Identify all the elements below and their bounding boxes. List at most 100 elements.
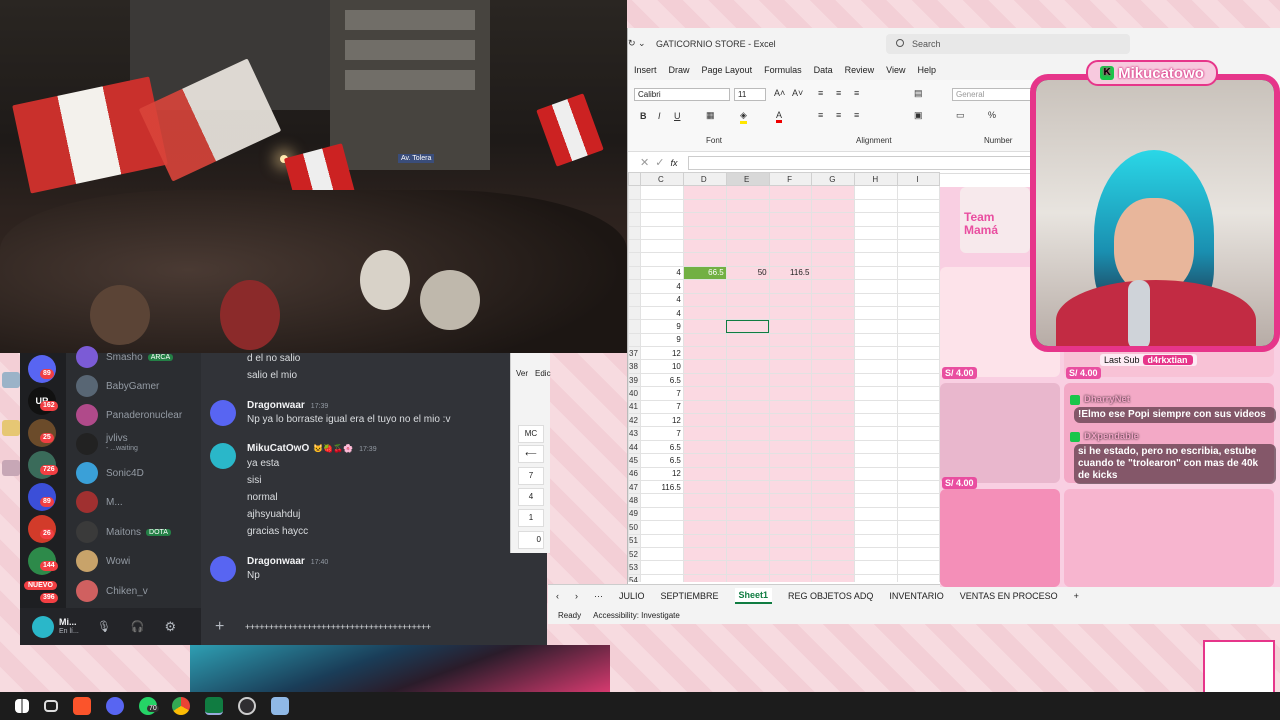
cell-d[interactable] <box>682 346 727 361</box>
cell-d[interactable] <box>682 466 727 481</box>
cell-h[interactable] <box>854 372 899 388</box>
cell-c[interactable] <box>639 238 684 254</box>
message-composer[interactable]: + ++++++++++++++++++++++++++++++++++++++… <box>201 608 547 645</box>
calc-menu-edit[interactable]: Edic <box>535 369 551 378</box>
cell-i[interactable] <box>897 332 940 348</box>
row-header[interactable] <box>628 292 641 307</box>
tab-reg-objetos[interactable]: REG OBJETOS ADQ <box>788 591 873 601</box>
cell-c[interactable] <box>639 252 684 267</box>
calc-key-7[interactable]: 7 <box>518 467 544 485</box>
obs-icon[interactable] <box>238 697 256 715</box>
row-header[interactable] <box>628 198 641 214</box>
row-header[interactable]: 37 <box>628 346 641 361</box>
cell-g[interactable] <box>811 372 856 388</box>
cell-g[interactable] <box>811 560 856 575</box>
cell-c[interactable]: 12 <box>639 346 684 361</box>
cell-h[interactable] <box>854 238 899 254</box>
row-header[interactable] <box>628 279 641 294</box>
cell-e[interactable] <box>725 372 770 388</box>
cell-c[interactable] <box>639 546 684 562</box>
cell-i[interactable] <box>897 265 940 281</box>
row-header[interactable] <box>628 332 641 348</box>
cell-f[interactable] <box>768 546 813 562</box>
cell-i[interactable] <box>897 292 940 307</box>
align-middle-icon[interactable]: ≡ <box>836 88 841 98</box>
cell-f[interactable] <box>768 520 813 535</box>
cell-c[interactable] <box>639 560 684 575</box>
cell-c[interactable] <box>639 493 684 508</box>
redo-icon[interactable]: ↻ ⌄ <box>628 38 646 49</box>
cancel-icon[interactable]: ✕ <box>640 156 649 169</box>
cell-g[interactable] <box>811 386 856 401</box>
cell-d[interactable] <box>682 453 727 468</box>
column-header[interactable]: F <box>768 172 813 187</box>
row-header[interactable]: 46 <box>628 466 641 481</box>
cell-e[interactable] <box>725 185 770 200</box>
cell-d[interactable] <box>682 332 727 348</box>
wrap-icon[interactable]: ▤ <box>914 88 923 99</box>
cell-c[interactable] <box>639 225 684 240</box>
cell-f[interactable]: 116.5 <box>768 265 813 281</box>
next-sheet-icon[interactable]: › <box>575 591 578 601</box>
cell-e[interactable] <box>725 238 770 254</box>
avatar[interactable] <box>32 615 54 638</box>
cell-d[interactable] <box>682 573 727 582</box>
tab-sheet1[interactable]: Sheet1 <box>734 587 773 604</box>
cell-e[interactable] <box>725 573 770 582</box>
cell-h[interactable] <box>854 332 899 348</box>
cell-e[interactable] <box>725 386 770 401</box>
mic-icon[interactable]: 🎙 <box>97 620 111 633</box>
column-header[interactable]: H <box>854 172 899 187</box>
calc-key-backspace[interactable]: ⟵ <box>518 445 544 463</box>
cell-d[interactable] <box>682 560 727 575</box>
cell-c[interactable]: 7 <box>639 426 684 441</box>
cell-i[interactable] <box>897 279 940 294</box>
cell-c[interactable] <box>639 533 684 548</box>
whatsapp-icon[interactable]: 70 <box>139 697 159 715</box>
desktop-icon[interactable] <box>2 372 20 388</box>
cell-e[interactable] <box>725 520 770 535</box>
cell-e[interactable] <box>725 453 770 468</box>
cell-e[interactable] <box>725 359 770 374</box>
tab-julio[interactable]: JULIO <box>619 591 645 601</box>
cell-f[interactable] <box>768 292 813 307</box>
row-header[interactable]: 48 <box>628 493 641 508</box>
cell-c[interactable]: 9 <box>639 319 684 334</box>
cell-c[interactable]: 12 <box>639 413 684 428</box>
cell-g[interactable] <box>811 453 856 468</box>
cell-i[interactable] <box>897 252 940 267</box>
cell-c[interactable] <box>639 506 684 522</box>
cell-f[interactable] <box>768 439 813 455</box>
cell-i[interactable] <box>897 305 940 321</box>
enter-icon[interactable]: ✓ <box>655 156 664 169</box>
tab-septiembre[interactable]: SEPTIEMBRE <box>661 591 719 601</box>
avatar[interactable] <box>210 443 236 469</box>
cell-d[interactable] <box>682 546 727 562</box>
row-header[interactable] <box>628 252 641 267</box>
brave-icon[interactable] <box>73 697 91 715</box>
column-header[interactable]: E <box>725 172 770 187</box>
cell-e[interactable] <box>725 198 770 214</box>
cell-h[interactable] <box>854 560 899 575</box>
row-header[interactable] <box>628 305 641 321</box>
cell-g[interactable] <box>811 292 856 307</box>
cell-h[interactable] <box>854 426 899 441</box>
font-name-select[interactable]: Calibri <box>634 88 730 101</box>
cell-d[interactable] <box>682 520 727 535</box>
add-attachment-icon[interactable]: + <box>215 618 235 636</box>
cell-h[interactable] <box>854 506 899 522</box>
cell-e[interactable] <box>725 319 770 334</box>
calculator-window[interactable]: Ver Edic MC ⟵ 7 4 1 0 <box>510 353 551 553</box>
cell-g[interactable] <box>811 252 856 267</box>
cell-g[interactable] <box>811 212 856 227</box>
cell-h[interactable] <box>854 225 899 240</box>
cell-e[interactable] <box>725 506 770 522</box>
cell-c[interactable] <box>639 198 684 214</box>
cell-e[interactable] <box>725 212 770 227</box>
cell-e[interactable]: 50 <box>725 265 770 281</box>
cell-h[interactable] <box>854 359 899 374</box>
cell-g[interactable] <box>811 305 856 321</box>
cell-g[interactable] <box>811 346 856 361</box>
cell-i[interactable] <box>897 439 940 455</box>
cell-e[interactable] <box>725 332 770 348</box>
